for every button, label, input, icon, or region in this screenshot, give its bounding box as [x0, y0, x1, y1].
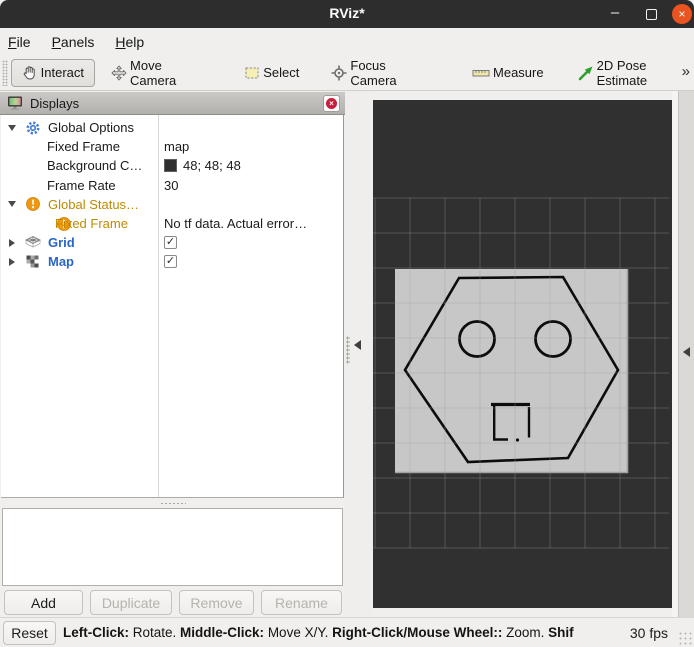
property-value[interactable]: 30 — [164, 178, 178, 193]
tree-row-grid[interactable]: Grid ✓ — [1, 233, 343, 252]
menu-help[interactable]: Help — [115, 34, 144, 50]
menubar: File Panels Help — [0, 28, 694, 55]
splitter-grip[interactable] — [346, 336, 350, 364]
tool-select-label: Select — [263, 65, 300, 80]
tree-row-status-fixed-frame[interactable]: Fixed Frame No tf data. Actual error… — [1, 214, 343, 233]
move-arrows-icon — [111, 65, 127, 81]
reset-button[interactable]: Reset — [3, 620, 56, 645]
ruler-icon — [472, 65, 490, 81]
hand-icon — [22, 65, 38, 81]
grid-enabled-checkbox[interactable]: ✓ — [164, 236, 177, 250]
tool-measure-label: Measure — [493, 65, 544, 80]
grid-display-icon — [24, 235, 42, 251]
map-image — [395, 269, 629, 474]
crosshair-icon — [331, 65, 347, 81]
grid-lines — [373, 197, 669, 549]
tree-row-fixed-frame[interactable]: Fixed Frame map — [1, 137, 343, 156]
property-label: Global Options — [48, 120, 134, 136]
statusbar: Reset Left-Click: Rotate. Middle-Click: … — [0, 617, 694, 647]
gear-icon — [25, 120, 41, 136]
green-arrow-icon — [578, 65, 594, 81]
expander-down-icon[interactable] — [6, 201, 18, 208]
resize-grip[interactable] — [678, 631, 692, 645]
expander-right-icon[interactable] — [6, 238, 18, 247]
tool-focus-camera-label: Focus Camera — [350, 57, 397, 88]
horizontal-splitter[interactable] — [0, 499, 345, 508]
tree-row-map[interactable]: Map ✓ — [1, 252, 343, 271]
property-label: Fixed Frame — [55, 216, 128, 232]
window-title: RViz* — [329, 5, 365, 21]
render-scene — [373, 197, 669, 549]
panel-close-button[interactable]: × — [323, 95, 340, 112]
tool-2d-pose-estimate-label: 2D Pose Estimate — [596, 57, 648, 88]
toolbar-overflow-chevron[interactable]: » — [682, 63, 690, 80]
display-name: Map — [48, 254, 74, 270]
property-label: Fixed Frame — [47, 139, 120, 155]
tree-row-global-options[interactable]: Global Options — [1, 118, 343, 137]
tool-measure[interactable]: Measure — [472, 59, 544, 87]
panel-close-icon: × — [326, 98, 337, 109]
tool-focus-camera[interactable]: Focus Camera — [331, 57, 430, 88]
displays-panel: Displays × Global Options Fixed Frame ma… — [0, 91, 345, 617]
expander-down-icon[interactable] — [6, 124, 18, 131]
property-value[interactable]: map — [164, 139, 189, 154]
right-splitter[interactable] — [678, 91, 694, 617]
toolbar-grip[interactable] — [2, 59, 8, 86]
expander-right-icon[interactable] — [6, 257, 18, 266]
titlebar[interactable]: RViz* – × — [0, 0, 694, 28]
fps-counter: 30 fps — [629, 624, 668, 641]
display-name: Grid — [48, 235, 75, 251]
minimize-button[interactable]: – — [608, 4, 622, 22]
property-label: Frame Rate — [47, 177, 116, 193]
property-label: Global Status… — [48, 196, 140, 212]
menu-file[interactable]: File — [8, 34, 31, 50]
tool-move-camera[interactable]: Move Camera — [111, 57, 206, 88]
add-button[interactable]: Add — [4, 590, 83, 615]
tool-select[interactable]: Select — [244, 59, 299, 87]
tree-row-background-color[interactable]: Background C… 48; 48; 48 — [1, 156, 343, 175]
description-box — [2, 508, 343, 586]
tool-2d-pose-estimate[interactable]: 2D Pose Estimate — [578, 57, 694, 88]
collapse-right-arrow-icon[interactable] — [683, 347, 690, 357]
selection-box-icon — [244, 65, 260, 81]
collapse-left-arrow-icon[interactable] — [354, 340, 361, 350]
remove-button[interactable]: Remove — [179, 590, 254, 615]
menu-panels[interactable]: Panels — [52, 34, 95, 50]
tool-interact[interactable]: Interact — [10, 58, 96, 87]
warning-icon — [8, 216, 71, 232]
tree-row-global-status[interactable]: Global Status… — [1, 195, 343, 214]
tree-column-divider[interactable] — [158, 115, 159, 497]
status-message: No tf data. Actual error… — [164, 216, 308, 232]
toolbar: Interact Move Camera Select Focus Camera… — [0, 55, 694, 91]
render-view[interactable] — [373, 100, 672, 608]
displays-panel-header[interactable]: Displays × — [0, 92, 345, 115]
close-button[interactable]: × — [672, 4, 692, 24]
duplicate-button[interactable]: Duplicate — [90, 590, 172, 615]
rename-button[interactable]: Rename — [261, 590, 342, 615]
property-value[interactable]: 48; 48; 48 — [183, 158, 241, 173]
color-swatch[interactable] — [164, 159, 177, 173]
tool-move-camera-label: Move Camera — [130, 57, 177, 88]
tree-row-frame-rate[interactable]: Frame Rate 30 — [1, 176, 343, 195]
warning-icon — [25, 196, 41, 212]
property-label: Background C… — [47, 158, 143, 174]
mouse-help-text: Left-Click: Rotate. Middle-Click: Move X… — [63, 625, 574, 640]
maximize-button[interactable] — [646, 9, 657, 20]
display-buttons: Add Duplicate Remove Rename — [4, 590, 342, 615]
tool-interact-label: Interact — [40, 65, 85, 80]
main-area: Displays × Global Options Fixed Frame ma… — [0, 91, 694, 617]
monitor-icon — [8, 96, 22, 110]
left-splitter[interactable] — [345, 91, 373, 617]
displays-tree[interactable]: Global Options Fixed Frame map Backgroun… — [1, 115, 344, 498]
displays-panel-title: Displays — [30, 95, 80, 111]
rviz-window: RViz* – × File Panels Help Interact Move… — [0, 0, 694, 647]
map-display-icon — [25, 254, 41, 270]
map-enabled-checkbox[interactable]: ✓ — [164, 255, 177, 269]
